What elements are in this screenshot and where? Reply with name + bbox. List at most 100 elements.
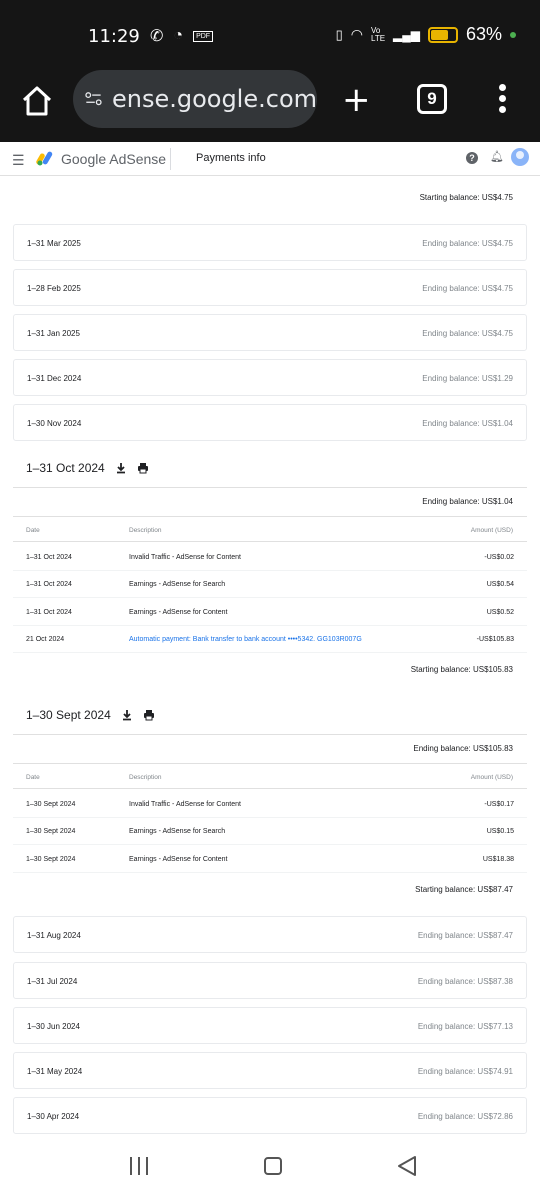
address-bar[interactable]: ense.google.com xyxy=(73,70,317,128)
section-title-text: 1–30 Sept 2024 xyxy=(26,708,111,722)
month-date: 1–31 Jan 2025 xyxy=(27,329,80,338)
month-ending-balance: Ending balance: US$4.75 xyxy=(422,239,513,248)
month-date: 1–31 Mar 2025 xyxy=(27,239,81,248)
table-row: 1–31 Oct 2024 Invalid Traffic - AdSense … xyxy=(13,544,527,571)
month-row[interactable]: 1–30 Apr 2024 Ending balance: US$72.86 xyxy=(13,1097,527,1134)
tab-count: 9 xyxy=(427,89,437,108)
column-header-amount: Amount (USD) xyxy=(470,527,513,534)
phone-icon: ✆ xyxy=(150,28,164,45)
table-row: 21 Oct 2024 Automatic payment: Bank tran… xyxy=(13,626,527,653)
column-header-date: Date xyxy=(26,527,40,534)
month-row[interactable]: 1–30 Jun 2024 Ending balance: US$77.13 xyxy=(13,1007,527,1044)
brand-name[interactable]: Google AdSense xyxy=(61,151,166,167)
row-date: 1–31 Oct 2024 xyxy=(26,554,72,561)
new-tab-icon[interactable]: + xyxy=(342,80,371,120)
adsense-logo xyxy=(36,151,53,166)
browser-toolbar: ense.google.com + 9 xyxy=(0,70,540,142)
home-button-icon[interactable] xyxy=(264,1157,282,1175)
print-icon[interactable] xyxy=(137,462,149,474)
month-row[interactable]: 1–31 Aug 2024 Ending balance: US$87.47 xyxy=(13,916,527,953)
month-ending-balance: Ending balance: US$72.86 xyxy=(417,1112,513,1121)
url-text: ense.google.com xyxy=(111,85,317,113)
recent-apps-icon[interactable] xyxy=(130,1157,148,1175)
ending-balance: Ending balance: US$1.04 xyxy=(422,497,513,506)
row-amount: -US$0.02 xyxy=(484,554,514,561)
row-date: 1–30 Sept 2024 xyxy=(26,801,76,808)
battery-percent: 63% xyxy=(465,24,502,44)
month-row[interactable]: 1–31 Jan 2025 Ending balance: US$4.75 xyxy=(13,314,527,351)
row-date: 1–30 Sept 2024 xyxy=(26,856,76,863)
month-row[interactable]: 1–31 Jul 2024 Ending balance: US$87.38 xyxy=(13,962,527,999)
download-icon[interactable] xyxy=(115,462,127,474)
row-date: 1–30 Sept 2024 xyxy=(26,828,76,835)
starting-balance: Starting balance: US$87.47 xyxy=(415,885,513,894)
divider xyxy=(13,788,527,789)
table-row: 1–31 Oct 2024 Earnings - AdSense for Con… xyxy=(13,599,527,626)
month-date: 1–30 Apr 2024 xyxy=(27,1112,80,1121)
signal-icon: ▂▄▆ xyxy=(393,27,420,42)
starting-balance: Starting balance: US$105.83 xyxy=(410,665,513,674)
month-row[interactable]: 1–28 Feb 2025 Ending balance: US$4.75 xyxy=(13,269,527,306)
month-row[interactable]: 1–31 May 2024 Ending balance: US$74.91 xyxy=(13,1052,527,1089)
row-amount: -US$0.17 xyxy=(484,801,514,808)
notifications-icon[interactable]: 🔔︎ xyxy=(490,150,504,163)
home-icon[interactable] xyxy=(20,84,54,118)
status-bar: 11:29 ✆ ◔ PDF ▯ ◠ Vo LTE ▂▄▆ 63% xyxy=(0,0,540,70)
row-date: 21 Oct 2024 xyxy=(26,636,65,643)
battery-icon xyxy=(427,26,458,43)
status-time: 11:29 xyxy=(88,26,140,47)
avatar[interactable] xyxy=(511,148,529,166)
month-ending-balance: Ending balance: US$4.75 xyxy=(422,329,513,338)
more-icon[interactable] xyxy=(499,84,507,113)
row-description: Invalid Traffic - AdSense for Content xyxy=(129,801,241,808)
divider xyxy=(13,541,527,542)
help-icon[interactable]: ? xyxy=(466,152,478,164)
header-divider xyxy=(170,148,171,170)
month-date: 1–28 Feb 2025 xyxy=(27,284,81,293)
divider xyxy=(13,516,527,517)
transactions-content: Starting balance: US$4.75 1–31 Mar 2025 … xyxy=(0,177,540,1135)
column-header-description: Description xyxy=(129,774,162,781)
vibrate-icon: ▯ xyxy=(335,26,343,42)
row-amount: US$18.38 xyxy=(482,856,514,863)
column-header-amount: Amount (USD) xyxy=(470,774,513,781)
back-icon[interactable] xyxy=(397,1155,417,1177)
month-ending-balance: Ending balance: US$1.04 xyxy=(422,419,513,428)
column-header-description: Description xyxy=(129,527,162,534)
page-title: Payments info xyxy=(196,152,266,164)
tabs-icon[interactable]: 9 xyxy=(417,84,447,114)
menu-icon[interactable]: ☰ xyxy=(12,152,25,169)
starting-balance: Starting balance: US$4.75 xyxy=(419,193,513,202)
print-icon[interactable] xyxy=(143,709,155,721)
row-description: Earnings - AdSense for Search xyxy=(129,828,226,835)
month-row[interactable]: 1–31 Dec 2024 Ending balance: US$1.29 xyxy=(13,359,527,396)
divider xyxy=(13,763,527,764)
ending-balance: Ending balance: US$105.83 xyxy=(413,744,513,753)
month-date: 1–31 Jul 2024 xyxy=(27,977,78,986)
row-description: Earnings - AdSense for Search xyxy=(129,581,226,588)
status-notification-icons: ✆ ◔ PDF xyxy=(150,26,214,46)
divider xyxy=(13,487,527,488)
privacy-dot-icon xyxy=(510,31,516,38)
whatsapp-icon: ◔ xyxy=(173,27,184,44)
site-settings-icon[interactable] xyxy=(85,88,102,110)
month-date: 1–30 Nov 2024 xyxy=(27,419,82,428)
row-amount: US$0.52 xyxy=(486,609,514,616)
payment-link[interactable]: Automatic payment: Bank transfer to bank… xyxy=(129,636,362,643)
month-ending-balance: Ending balance: US$77.13 xyxy=(417,1022,513,1031)
status-system-icons: ▯ ◠ Vo LTE ▂▄▆ 63% xyxy=(336,24,516,45)
month-row[interactable]: 1–30 Nov 2024 Ending balance: US$1.04 xyxy=(13,404,527,441)
volte-icon: Vo LTE xyxy=(371,25,386,43)
month-ending-balance: Ending balance: US$1.29 xyxy=(422,374,513,383)
row-description: Earnings - AdSense for Content xyxy=(129,856,228,863)
month-date: 1–31 Dec 2024 xyxy=(27,374,82,383)
month-ending-balance: Ending balance: US$74.91 xyxy=(417,1067,513,1076)
divider xyxy=(13,734,527,735)
month-section-title: 1–31 Oct 2024 xyxy=(26,461,149,475)
row-date: 1–31 Oct 2024 xyxy=(26,581,72,588)
month-row[interactable]: 1–31 Mar 2025 Ending balance: US$4.75 xyxy=(13,224,527,261)
wifi-icon: ◠ xyxy=(350,26,363,42)
download-icon[interactable] xyxy=(121,709,133,721)
table-row: 1–31 Oct 2024 Earnings - AdSense for Sea… xyxy=(13,571,527,598)
month-ending-balance: Ending balance: US$87.38 xyxy=(417,977,513,986)
